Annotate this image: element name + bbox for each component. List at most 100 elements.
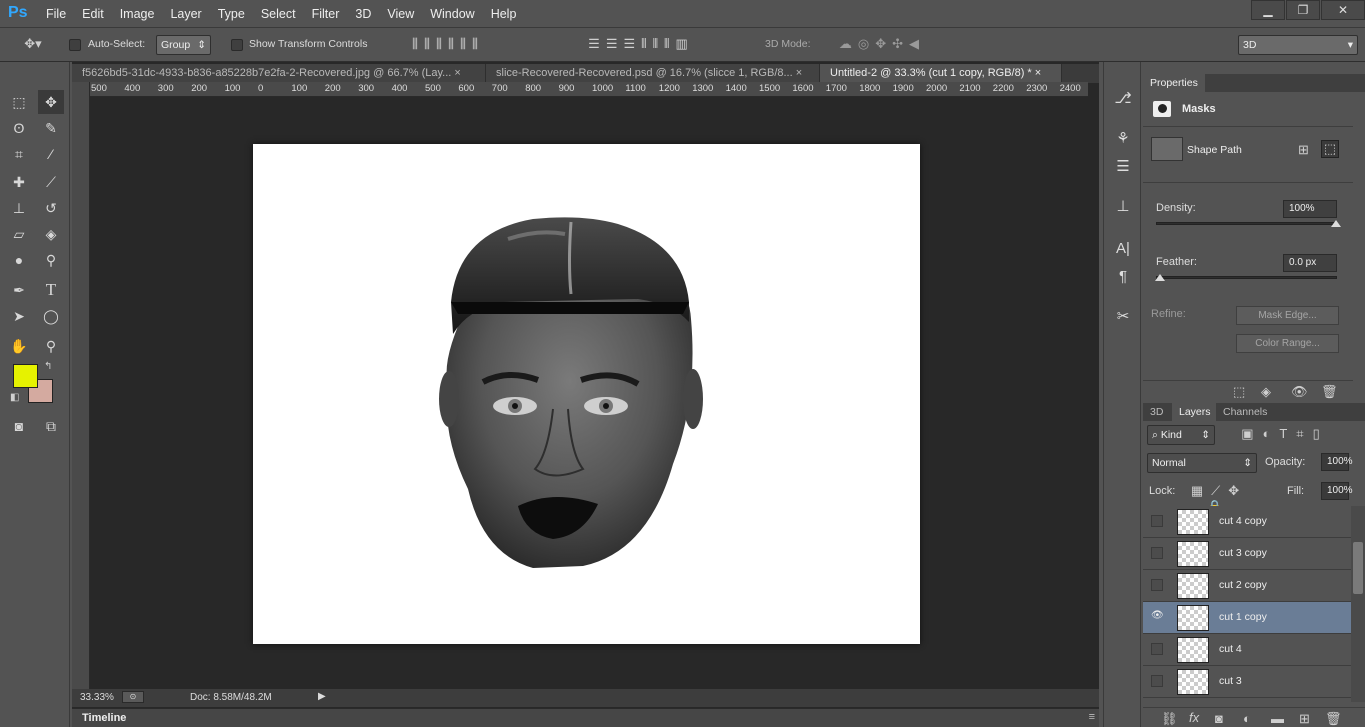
default-colors-icon[interactable]: ◧ — [10, 392, 19, 403]
tab-document-1[interactable]: f5626bd5-31dc-4933-b836-a85228b7e2fa-2-R… — [72, 64, 486, 83]
type-tool-icon[interactable]: T — [38, 278, 64, 302]
menu-file[interactable]: File — [38, 0, 74, 28]
trash-icon[interactable]: 🗑 — [1321, 384, 1338, 400]
color-range-button[interactable]: Color Range... — [1236, 334, 1339, 353]
fill-field[interactable]: 100% — [1321, 482, 1353, 500]
eye-icon[interactable] — [1151, 547, 1163, 559]
healing-tool-icon[interactable]: ✚ — [6, 170, 32, 194]
eye-icon[interactable] — [1151, 579, 1163, 591]
eye-icon[interactable]: 👁 — [1151, 611, 1164, 623]
tab-channels[interactable]: Channels — [1216, 403, 1275, 421]
scroll-thumb[interactable] — [1353, 542, 1363, 594]
crop-tool-icon[interactable]: ⌗ — [6, 142, 32, 166]
quick-mask-icon[interactable]: ◙ — [6, 414, 32, 438]
menu-select[interactable]: Select — [253, 0, 304, 28]
menu-filter[interactable]: Filter — [304, 0, 348, 28]
stamp-tool-icon[interactable]: ⊥ — [6, 196, 32, 220]
feather-field[interactable]: 0.0 px — [1283, 254, 1337, 272]
tab-3d[interactable]: 3D — [1143, 403, 1171, 421]
tool-presets-icon[interactable]: ✂ — [1110, 304, 1136, 330]
move-tool-icon[interactable]: ✥ — [38, 90, 64, 114]
layer-row[interactable]: cut 3 copy — [1143, 538, 1351, 570]
zoom-tool-icon[interactable]: ⚲ — [38, 334, 64, 358]
opacity-field[interactable]: 100% — [1321, 453, 1353, 471]
document-canvas[interactable] — [253, 144, 920, 644]
close-button[interactable]: ✕ — [1321, 0, 1365, 20]
eye-icon[interactable] — [1151, 675, 1163, 687]
tab-document-2[interactable]: slice-Recovered-Recovered.psd @ 16.7% (s… — [486, 64, 820, 83]
3d-mode-icons[interactable]: ☁◎✥✣◀ — [822, 36, 942, 52]
new-layer-icon[interactable]: ⊞ — [1299, 711, 1310, 727]
restore-button[interactable]: ❐ — [1286, 0, 1320, 20]
dodge-tool-icon[interactable]: ⚲ — [38, 248, 64, 272]
mask-edge-button[interactable]: Mask Edge... — [1236, 306, 1339, 325]
vector-mask-icon[interactable]: ⬚ — [1321, 140, 1339, 158]
brush-settings-icon[interactable]: ⚘ — [1110, 126, 1136, 152]
hand-tool-icon[interactable]: ✋ — [6, 334, 32, 358]
fx-icon[interactable]: fx — [1189, 710, 1199, 725]
density-slider[interactable] — [1156, 220, 1341, 227]
swap-colors-icon[interactable]: ↰ — [44, 361, 52, 372]
eye-icon[interactable] — [1151, 643, 1163, 655]
eraser-tool-icon[interactable]: ▱ — [6, 222, 32, 246]
quick-select-tool-icon[interactable]: ✎ — [38, 116, 64, 140]
feather-slider-knob[interactable] — [1155, 274, 1165, 281]
blend-mode-dropdown[interactable]: Normal ⇕ — [1147, 453, 1257, 473]
paint-bucket-tool-icon[interactable]: ◈ — [38, 222, 64, 246]
lasso-tool-icon[interactable]: ʘ — [6, 116, 32, 140]
apply-mask-icon[interactable]: ◈ — [1261, 384, 1271, 400]
history-icon[interactable]: ⎇ — [1110, 86, 1136, 112]
layer-row[interactable]: 👁 cut 1 copy — [1143, 602, 1351, 634]
zoom-level[interactable]: 33.33% — [80, 692, 114, 703]
feather-slider[interactable] — [1155, 274, 1337, 281]
layer-row[interactable]: cut 2 copy — [1143, 570, 1351, 602]
marquee-tool-icon[interactable]: ⬚ — [6, 90, 32, 114]
close-icon[interactable]: × — [1035, 67, 1041, 79]
tab-properties[interactable]: Properties — [1143, 74, 1205, 92]
distribute-icons[interactable]: ☰☰☰⫴⫴⫴▥ — [556, 36, 726, 52]
eyedropper-tool-icon[interactable]: ⁄ — [38, 142, 64, 166]
show-transform-checkbox[interactable] — [231, 39, 243, 51]
clone-source-icon[interactable]: ⊥ — [1110, 194, 1136, 220]
align-icons[interactable]: ⫼⫼⫼⫼⫼⫼ — [388, 36, 508, 52]
layer-row[interactable]: cut 4 — [1143, 634, 1351, 666]
trash-icon[interactable]: 🗑 — [1325, 711, 1342, 727]
menu-edit[interactable]: Edit — [74, 0, 112, 28]
character-icon[interactable]: A| — [1110, 236, 1136, 262]
play-icon[interactable]: ▶ — [318, 691, 326, 702]
tab-layers[interactable]: Layers — [1172, 403, 1218, 421]
status-icon[interactable]: ⊙ — [122, 691, 144, 703]
workspace-dropdown[interactable]: 3D ▾ — [1238, 35, 1358, 55]
blur-tool-icon[interactable]: ● — [6, 248, 32, 272]
menu-view[interactable]: View — [379, 0, 422, 28]
menu-type[interactable]: Type — [210, 0, 253, 28]
menu-help[interactable]: Help — [483, 0, 525, 28]
menu-window[interactable]: Window — [422, 0, 482, 28]
kind-filter-dropdown[interactable]: ⌕ Kind ⇕ — [1147, 425, 1215, 445]
add-mask-icon[interactable]: ◙ — [1215, 711, 1223, 726]
load-selection-icon[interactable]: ⬚ — [1233, 384, 1245, 400]
density-field[interactable]: 100% — [1283, 200, 1337, 218]
layer-row[interactable]: cut 3 — [1143, 666, 1351, 698]
menu-3d[interactable]: 3D — [347, 0, 379, 28]
link-icon[interactable]: ⛓ — [1161, 711, 1178, 727]
panel-menu-icon[interactable]: ≡ — [1089, 711, 1095, 723]
history-brush-tool-icon[interactable]: ↺ — [38, 196, 64, 220]
layer-filter-icons[interactable]: ▣◐T⌗▯ — [1225, 426, 1345, 442]
layers-scrollbar[interactable] — [1351, 506, 1365, 702]
timeline-label[interactable]: Timeline — [82, 712, 126, 724]
add-mask-icon[interactable]: ⊞ — [1298, 142, 1309, 158]
move-tool-preset-icon[interactable]: ✥▾ — [20, 36, 46, 52]
adjustment-layer-icon[interactable]: ◐ — [1243, 711, 1251, 726]
close-icon[interactable]: × — [454, 67, 460, 79]
ellipse-tool-icon[interactable]: ◯ — [38, 304, 64, 328]
brush-tool-icon[interactable]: ⟋ — [38, 170, 64, 194]
screen-mode-icon[interactable]: ⧉ — [38, 414, 64, 438]
auto-select-dropdown[interactable]: Group ⇕ — [156, 35, 211, 55]
close-icon[interactable]: × — [796, 67, 802, 79]
path-selection-tool-icon[interactable]: ➤ — [6, 304, 32, 328]
paragraph-icon[interactable]: ¶ — [1110, 264, 1136, 290]
minimize-button[interactable]: ▁ — [1251, 0, 1285, 20]
adjustments-icon[interactable]: ☰ — [1110, 154, 1136, 180]
menu-layer[interactable]: Layer — [162, 0, 209, 28]
